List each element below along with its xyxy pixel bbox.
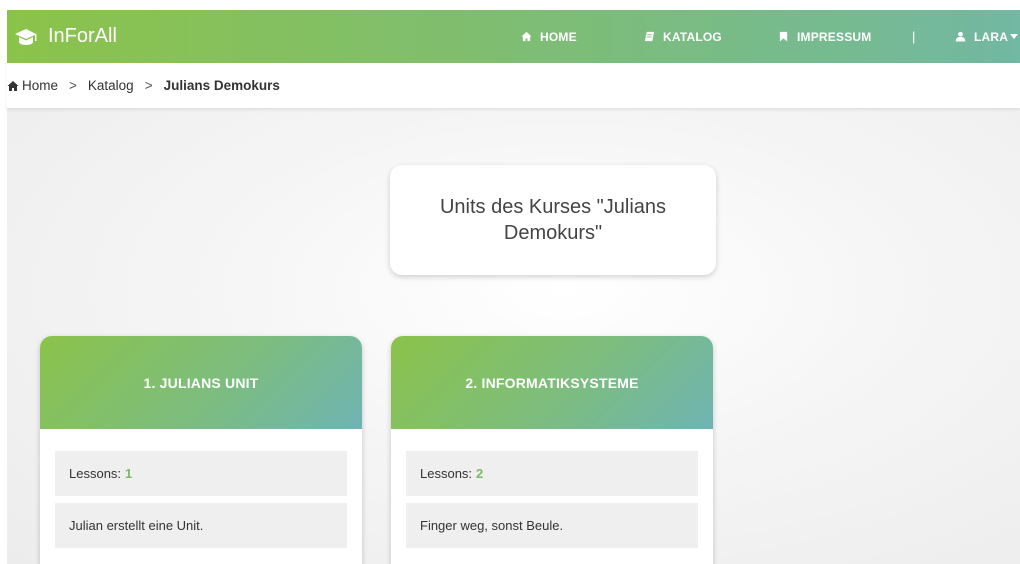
- top-navbar: InForAll HOME KATALOG IMPRESSUM | LARA: [7, 10, 1020, 63]
- breadcrumb-separator: >: [69, 78, 77, 93]
- breadcrumb-home[interactable]: Home: [7, 78, 58, 93]
- course-title-card: Units des Kurses "Julians Demokurs": [390, 165, 716, 275]
- unit-card-header: 2. INFORMATIKSYSTEME: [391, 336, 713, 429]
- unit-title: 1. JULIANS UNIT: [143, 374, 259, 391]
- breadcrumb-separator: >: [144, 78, 153, 93]
- unit-description-text: Julian erstellt eine Unit.: [69, 518, 204, 533]
- home-icon: [521, 31, 532, 42]
- book-icon: [644, 31, 655, 42]
- unit-lessons: Lessons: 2: [406, 451, 698, 496]
- user-name: LARA: [974, 29, 1009, 44]
- user-menu[interactable]: LARA: [955, 10, 1019, 63]
- nav-impressum-label: IMPRESSUM: [797, 29, 872, 44]
- unit-description: Julian erstellt eine Unit.: [55, 503, 347, 548]
- nav-katalog[interactable]: KATALOG: [644, 10, 722, 63]
- unit-description-text: Finger weg, sonst Beule.: [420, 518, 564, 533]
- breadcrumb-katalog[interactable]: Katalog: [88, 78, 134, 93]
- lessons-count: 2: [476, 466, 484, 481]
- unit-card[interactable]: 2. INFORMATIKSYSTEME Lessons: 2 Finger w…: [391, 336, 713, 564]
- unit-card-header: 1. JULIANS UNIT: [40, 336, 362, 429]
- home-icon: [7, 80, 19, 91]
- nav-impressum[interactable]: IMPRESSUM: [778, 10, 871, 63]
- chevron-down-icon: [1010, 34, 1019, 39]
- nav-separator: |: [912, 29, 916, 44]
- unit-lessons: Lessons: 1: [55, 451, 347, 496]
- page-title: Units des Kurses "Julians Demokurs": [439, 196, 667, 244]
- breadcrumb-current-label: Julians Demokurs: [163, 78, 280, 93]
- unit-title: 2. INFORMATIKSYSTEME: [465, 374, 639, 391]
- unit-card[interactable]: 1. JULIANS UNIT Lessons: 1 Julian erstel…: [40, 336, 362, 564]
- lessons-label: Lessons:: [420, 466, 473, 481]
- nav-katalog-label: KATALOG: [663, 29, 722, 44]
- main-content: Units des Kurses "Julians Demokurs" 1. J…: [7, 108, 1020, 564]
- breadcrumb: Home > Katalog > Julians Demokurs: [7, 63, 1020, 108]
- lessons-label: Lessons:: [69, 466, 122, 481]
- breadcrumb-home-label: Home: [22, 78, 59, 93]
- unit-description: Finger weg, sonst Beule.: [406, 503, 698, 548]
- nav-home[interactable]: HOME: [521, 10, 577, 63]
- breadcrumb-katalog-label: Katalog: [87, 78, 134, 93]
- user-icon: [955, 31, 966, 42]
- bookmark-icon: [779, 31, 788, 42]
- nav-home-label: HOME: [540, 29, 577, 44]
- breadcrumb-current: Julians Demokurs: [164, 78, 280, 93]
- lessons-count: 1: [125, 466, 133, 481]
